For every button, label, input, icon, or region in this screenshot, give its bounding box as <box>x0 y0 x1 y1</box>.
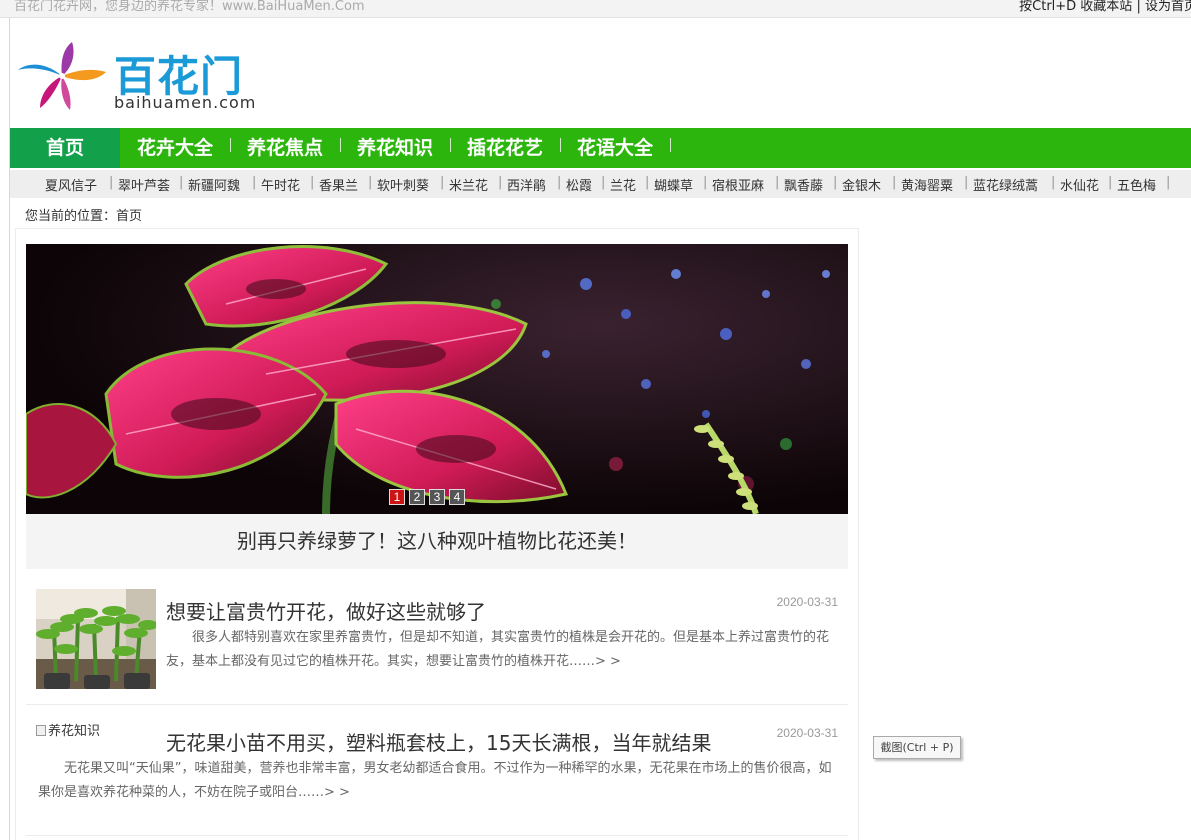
subnav-separator: | <box>892 175 897 190</box>
bookmark-link[interactable]: 按Ctrl+D 收藏本站 <box>1019 0 1132 14</box>
slider-caption-link[interactable]: 别再只养绿萝了！这八种观叶植物比花还美！ <box>26 514 848 569</box>
article-summary: 很多人都特别喜欢在家里养富贵竹，但是却不知道，其实富贵竹的植株是会开花的。但是基… <box>166 630 830 669</box>
article-date: 2020-03-31 <box>776 726 838 740</box>
subnav-item[interactable]: 新疆阿魏 <box>188 175 240 194</box>
subnav-item[interactable]: 午时花 <box>261 175 300 194</box>
subnav-item[interactable]: 夏风信子 <box>45 175 97 194</box>
nav-item-flower-language[interactable]: 花语大全 <box>560 128 670 168</box>
article-item: 想要让富贵竹开花，做好这些就够了 2020-03-31 很多人都特别喜欢在家里养… <box>26 589 848 705</box>
subnav-separator: | <box>601 175 606 190</box>
article-thumbnail-broken[interactable]: 养花知识 <box>36 720 100 739</box>
subnav-item[interactable]: 飘香藤 <box>784 175 823 194</box>
nav-item-flower-encyclopedia[interactable]: 花卉大全 <box>120 128 230 168</box>
subnav-separator: | <box>1166 175 1171 190</box>
article-image-alt: 养花知识 <box>48 724 101 739</box>
breadcrumb: 您当前的位置：首页 <box>25 209 143 224</box>
subnav-item[interactable]: 金银木 <box>842 175 881 194</box>
subnav-separator: | <box>498 175 503 190</box>
nav-item-focus[interactable]: 养花焦点 <box>230 128 340 168</box>
subnav-separator: | <box>703 175 708 190</box>
subnav-separator: | <box>1051 175 1056 190</box>
article-thumbnail[interactable] <box>36 589 156 689</box>
nav-item-flower-arranging[interactable]: 插花花艺 <box>450 128 560 168</box>
subnav-separator: | <box>310 175 315 190</box>
flower-logo-icon <box>18 42 106 110</box>
subnav-item[interactable]: 蓝花绿绒蒿 <box>973 175 1038 194</box>
subnav-separator: | <box>645 175 650 190</box>
subnav-separator: | <box>440 175 445 190</box>
subnav-item[interactable]: 米兰花 <box>449 175 488 194</box>
nav-separator <box>670 138 671 152</box>
subnav-separator: | <box>775 175 780 190</box>
subnav-separator: | <box>179 175 184 190</box>
slider-dot-3[interactable]: 3 <box>429 489 445 505</box>
top-links: 按Ctrl+D 收藏本站 | 设为首页 <box>1019 0 1191 14</box>
set-homepage-link[interactable]: 设为首页 <box>1145 0 1191 14</box>
subnav-item[interactable]: 翠叶芦荟 <box>118 175 170 194</box>
top-links-separator: | <box>1136 0 1141 14</box>
slider-dot-2[interactable]: 2 <box>409 489 425 505</box>
lucky-bamboo-image <box>36 589 156 689</box>
subnav-item[interactable]: 松霞 <box>566 175 592 194</box>
sub-nav: 夏风信子 | 翠叶芦荟 | 新疆阿魏 | 午时花 | 香果兰 | 软叶刺葵 | 米兰花 | 西洋鹃 | 松霞 | 兰… <box>10 170 1191 198</box>
subnav-item[interactable]: 香果兰 <box>319 175 358 194</box>
top-bar: 百花门花卉网，您身边的养花专家！www.BaiHuaMen.Com 按Ctrl+… <box>0 0 1191 18</box>
subnav-item[interactable]: 宿根亚麻 <box>712 175 764 194</box>
article-title-link[interactable]: 无花果小苗不用买，塑料瓶套枝上，15天长满根，当年就结果 <box>166 727 711 756</box>
subnav-separator: | <box>1108 175 1113 190</box>
featured-slider-image[interactable] <box>26 244 848 514</box>
subnav-separator: | <box>368 175 373 190</box>
nav-item-home[interactable]: 首页 <box>10 128 120 168</box>
subnav-item[interactable]: 黄海罂粟 <box>901 175 953 194</box>
logo-domain-text: baihuamen.com <box>114 93 257 112</box>
broken-image-icon <box>36 725 46 736</box>
article-title-link[interactable]: 想要让富贵竹开花，做好这些就够了 <box>166 596 486 625</box>
site-logo[interactable]: 百花门 baihuamen.com <box>16 38 266 116</box>
subnav-separator: | <box>964 175 969 190</box>
main-nav: 首页 花卉大全 养花焦点 养花知识 插花花艺 花语大全 <box>10 128 1191 168</box>
coleus-leaves-image <box>26 244 848 514</box>
screenshot-tooltip: 截图(Ctrl + P) <box>873 736 961 759</box>
article-divider <box>26 704 848 705</box>
subnav-item[interactable]: 西洋鹃 <box>507 175 546 194</box>
article-item: 养花知识 无花果小苗不用买，塑料瓶套枝上，15天长满根，当年就结果 2020-0… <box>26 720 848 836</box>
article-summary: 无花果又叫“天仙果”，味道甜美，营养也非常丰富，男女老幼都适合食用。不过作为一种… <box>38 761 832 800</box>
nav-item-knowledge[interactable]: 养花知识 <box>340 128 450 168</box>
slider-dot-4[interactable]: 4 <box>449 489 465 505</box>
subnav-item[interactable]: 软叶刺葵 <box>377 175 429 194</box>
subnav-separator: | <box>252 175 257 190</box>
page-left-border <box>9 0 10 840</box>
site-slogan: 百花门花卉网，您身边的养花专家！www.BaiHuaMen.Com <box>14 0 365 14</box>
article-date: 2020-03-31 <box>776 595 838 609</box>
article-divider <box>26 835 848 836</box>
subnav-item[interactable]: 兰花 <box>610 175 636 194</box>
subnav-item[interactable]: 蝴蝶草 <box>654 175 693 194</box>
subnav-item[interactable]: 五色梅 <box>1117 175 1156 194</box>
subnav-separator: | <box>557 175 562 190</box>
subnav-item[interactable]: 水仙花 <box>1060 175 1099 194</box>
subnav-separator: | <box>833 175 838 190</box>
slider-dot-1[interactable]: 1 <box>389 489 405 505</box>
subnav-separator: | <box>109 175 114 190</box>
